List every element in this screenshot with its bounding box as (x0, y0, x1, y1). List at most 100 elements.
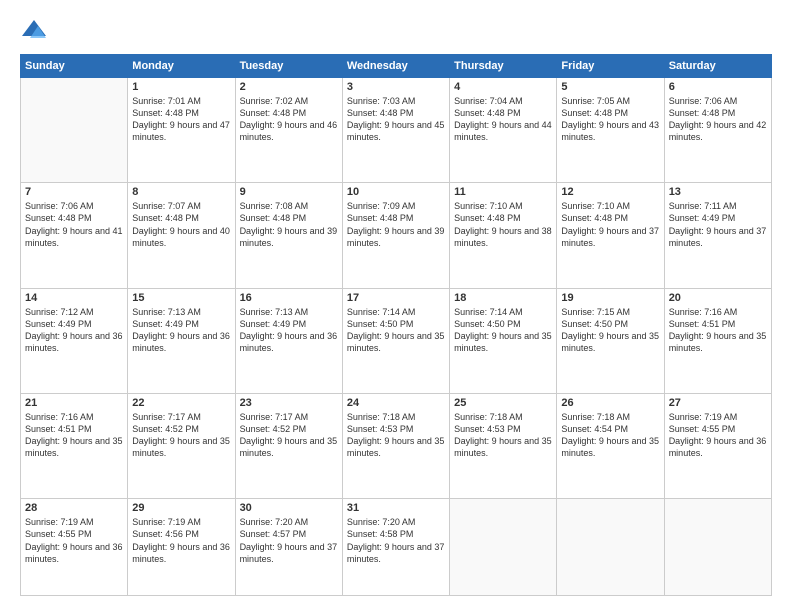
col-header-friday: Friday (557, 55, 664, 78)
day-number: 27 (669, 397, 767, 409)
calendar-cell: 14Sunrise: 7:12 AMSunset: 4:49 PMDayligh… (21, 288, 128, 393)
day-number: 16 (240, 292, 338, 304)
day-number: 12 (561, 186, 659, 198)
calendar-week-2: 7 Sunrise: 7:06 AMSunset: 4:48 PMDaylight… (21, 183, 772, 288)
day-number: 20 (669, 292, 767, 304)
calendar-cell (450, 499, 557, 596)
calendar-cell: 8 Sunrise: 7:07 AMSunset: 4:48 PMDaylight… (128, 183, 235, 288)
calendar-cell: 1Sunrise: 7:01 AMSunset: 4:48 PMDaylight… (128, 78, 235, 183)
col-header-thursday: Thursday (450, 55, 557, 78)
day-number: 10 (347, 186, 445, 198)
calendar-table: SundayMondayTuesdayWednesdayThursdayFrid… (20, 54, 772, 596)
calendar-cell: 21 Sunrise: 7:16 AMSunset: 4:51 PMDayligh… (21, 393, 128, 498)
day-number: 17 (347, 292, 445, 304)
cell-info: Sunrise: 7:16 AMSunset: 4:51 PMDaylight:… (25, 411, 123, 460)
day-number: 30 (240, 502, 338, 514)
col-header-wednesday: Wednesday (342, 55, 449, 78)
calendar-cell: 28 Sunrise: 7:19 AMSunset: 4:55 PMDayligh… (21, 499, 128, 596)
calendar-cell: 2Sunrise: 7:02 AMSunset: 4:48 PMDaylight… (235, 78, 342, 183)
calendar-cell: 5 Sunrise: 7:05 AMSunset: 4:48 PMDaylight… (557, 78, 664, 183)
col-header-sunday: Sunday (21, 55, 128, 78)
cell-info: Sunrise: 7:20 AMSunset: 4:58 PMDaylight:… (347, 516, 445, 565)
day-number: 7 (25, 186, 123, 198)
day-number: 19 (561, 292, 659, 304)
header (20, 16, 772, 44)
cell-info: Sunrise: 7:10 AMSunset: 4:48 PMDaylight:… (454, 200, 552, 249)
cell-info: Sunrise: 7:05 AMSunset: 4:48 PMDaylight:… (561, 95, 659, 144)
day-number: 8 (132, 186, 230, 198)
calendar-cell: 18 Sunrise: 7:14 AMSunset: 4:50 PMDayligh… (450, 288, 557, 393)
cell-info: Sunrise: 7:14 AMSunset: 4:50 PMDaylight:… (454, 306, 552, 355)
cell-info: Sunrise: 7:13 AMSunset: 4:49 PMDaylight:… (240, 306, 338, 355)
cell-info: Sunrise: 7:19 AMSunset: 4:56 PMDaylight:… (132, 516, 230, 565)
calendar-cell: 26 Sunrise: 7:18 AMSunset: 4:54 PMDayligh… (557, 393, 664, 498)
calendar-cell: 25 Sunrise: 7:18 AMSunset: 4:53 PMDayligh… (450, 393, 557, 498)
calendar-cell: 29 Sunrise: 7:19 AMSunset: 4:56 PMDayligh… (128, 499, 235, 596)
day-number: 28 (25, 502, 123, 514)
day-number: 9 (240, 186, 338, 198)
day-number: 3 (347, 81, 445, 93)
day-number: 25 (454, 397, 552, 409)
cell-info: Sunrise: 7:03 AMSunset: 4:48 PMDaylight:… (347, 95, 445, 144)
col-header-saturday: Saturday (664, 55, 771, 78)
cell-info: Sunrise: 7:11 AMSunset: 4:49 PMDaylight:… (669, 200, 767, 249)
calendar-cell: 24 Sunrise: 7:18 AMSunset: 4:53 PMDayligh… (342, 393, 449, 498)
cell-info: Sunrise: 7:10 AMSunset: 4:48 PMDaylight:… (561, 200, 659, 249)
col-header-tuesday: Tuesday (235, 55, 342, 78)
day-number: 21 (25, 397, 123, 409)
calendar-cell: 10 Sunrise: 7:09 AMSunset: 4:48 PMDayligh… (342, 183, 449, 288)
cell-info: Sunrise: 7:08 AMSunset: 4:48 PMDaylight:… (240, 200, 338, 249)
day-number: 24 (347, 397, 445, 409)
cell-info: Sunrise: 7:04 AMSunset: 4:48 PMDaylight:… (454, 95, 552, 144)
day-number: 5 (561, 81, 659, 93)
cell-info: Sunrise: 7:06 AMSunset: 4:48 PMDaylight:… (25, 200, 123, 249)
calendar-cell (21, 78, 128, 183)
cell-info: Sunrise: 7:19 AMSunset: 4:55 PMDaylight:… (25, 516, 123, 565)
calendar-cell: 17 Sunrise: 7:14 AMSunset: 4:50 PMDayligh… (342, 288, 449, 393)
day-number: 14 (25, 292, 123, 304)
day-number: 18 (454, 292, 552, 304)
calendar-cell: 15 Sunrise: 7:13 AMSunset: 4:49 PMDayligh… (128, 288, 235, 393)
day-number: 15 (132, 292, 230, 304)
calendar-cell (557, 499, 664, 596)
calendar-week-4: 21 Sunrise: 7:16 AMSunset: 4:51 PMDayligh… (21, 393, 772, 498)
cell-info: Sunrise: 7:07 AMSunset: 4:48 PMDaylight:… (132, 200, 230, 249)
calendar-cell: 31Sunrise: 7:20 AMSunset: 4:58 PMDayligh… (342, 499, 449, 596)
calendar-cell: 20Sunrise: 7:16 AMSunset: 4:51 PMDayligh… (664, 288, 771, 393)
calendar-header-row: SundayMondayTuesdayWednesdayThursdayFrid… (21, 55, 772, 78)
calendar-week-1: 1Sunrise: 7:01 AMSunset: 4:48 PMDaylight… (21, 78, 772, 183)
calendar-week-5: 28 Sunrise: 7:19 AMSunset: 4:55 PMDayligh… (21, 499, 772, 596)
cell-info: Sunrise: 7:20 AMSunset: 4:57 PMDaylight:… (240, 516, 338, 565)
calendar-cell: 9 Sunrise: 7:08 AMSunset: 4:48 PMDaylight… (235, 183, 342, 288)
cell-info: Sunrise: 7:15 AMSunset: 4:50 PMDaylight:… (561, 306, 659, 355)
calendar-cell: 6 Sunrise: 7:06 AMSunset: 4:48 PMDaylight… (664, 78, 771, 183)
cell-info: Sunrise: 7:13 AMSunset: 4:49 PMDaylight:… (132, 306, 230, 355)
calendar-cell: 30 Sunrise: 7:20 AMSunset: 4:57 PMDayligh… (235, 499, 342, 596)
calendar-cell: 23Sunrise: 7:17 AMSunset: 4:52 PMDayligh… (235, 393, 342, 498)
day-number: 22 (132, 397, 230, 409)
cell-info: Sunrise: 7:18 AMSunset: 4:53 PMDaylight:… (454, 411, 552, 460)
day-number: 26 (561, 397, 659, 409)
day-number: 6 (669, 81, 767, 93)
calendar-cell: 4Sunrise: 7:04 AMSunset: 4:48 PMDaylight… (450, 78, 557, 183)
calendar-cell: 19 Sunrise: 7:15 AMSunset: 4:50 PMDayligh… (557, 288, 664, 393)
col-header-monday: Monday (128, 55, 235, 78)
calendar-cell: 16 Sunrise: 7:13 AMSunset: 4:49 PMDayligh… (235, 288, 342, 393)
day-number: 1 (132, 81, 230, 93)
cell-info: Sunrise: 7:17 AMSunset: 4:52 PMDaylight:… (240, 411, 338, 460)
cell-info: Sunrise: 7:06 AMSunset: 4:48 PMDaylight:… (669, 95, 767, 144)
cell-info: Sunrise: 7:19 AMSunset: 4:55 PMDaylight:… (669, 411, 767, 460)
calendar-cell (664, 499, 771, 596)
calendar-week-3: 14Sunrise: 7:12 AMSunset: 4:49 PMDayligh… (21, 288, 772, 393)
day-number: 29 (132, 502, 230, 514)
cell-info: Sunrise: 7:17 AMSunset: 4:52 PMDaylight:… (132, 411, 230, 460)
cell-info: Sunrise: 7:18 AMSunset: 4:53 PMDaylight:… (347, 411, 445, 460)
cell-info: Sunrise: 7:14 AMSunset: 4:50 PMDaylight:… (347, 306, 445, 355)
calendar-cell: 11Sunrise: 7:10 AMSunset: 4:48 PMDayligh… (450, 183, 557, 288)
cell-info: Sunrise: 7:18 AMSunset: 4:54 PMDaylight:… (561, 411, 659, 460)
calendar-cell: 27 Sunrise: 7:19 AMSunset: 4:55 PMDayligh… (664, 393, 771, 498)
day-number: 2 (240, 81, 338, 93)
cell-info: Sunrise: 7:09 AMSunset: 4:48 PMDaylight:… (347, 200, 445, 249)
calendar-cell: 12 Sunrise: 7:10 AMSunset: 4:48 PMDayligh… (557, 183, 664, 288)
logo (20, 16, 52, 44)
